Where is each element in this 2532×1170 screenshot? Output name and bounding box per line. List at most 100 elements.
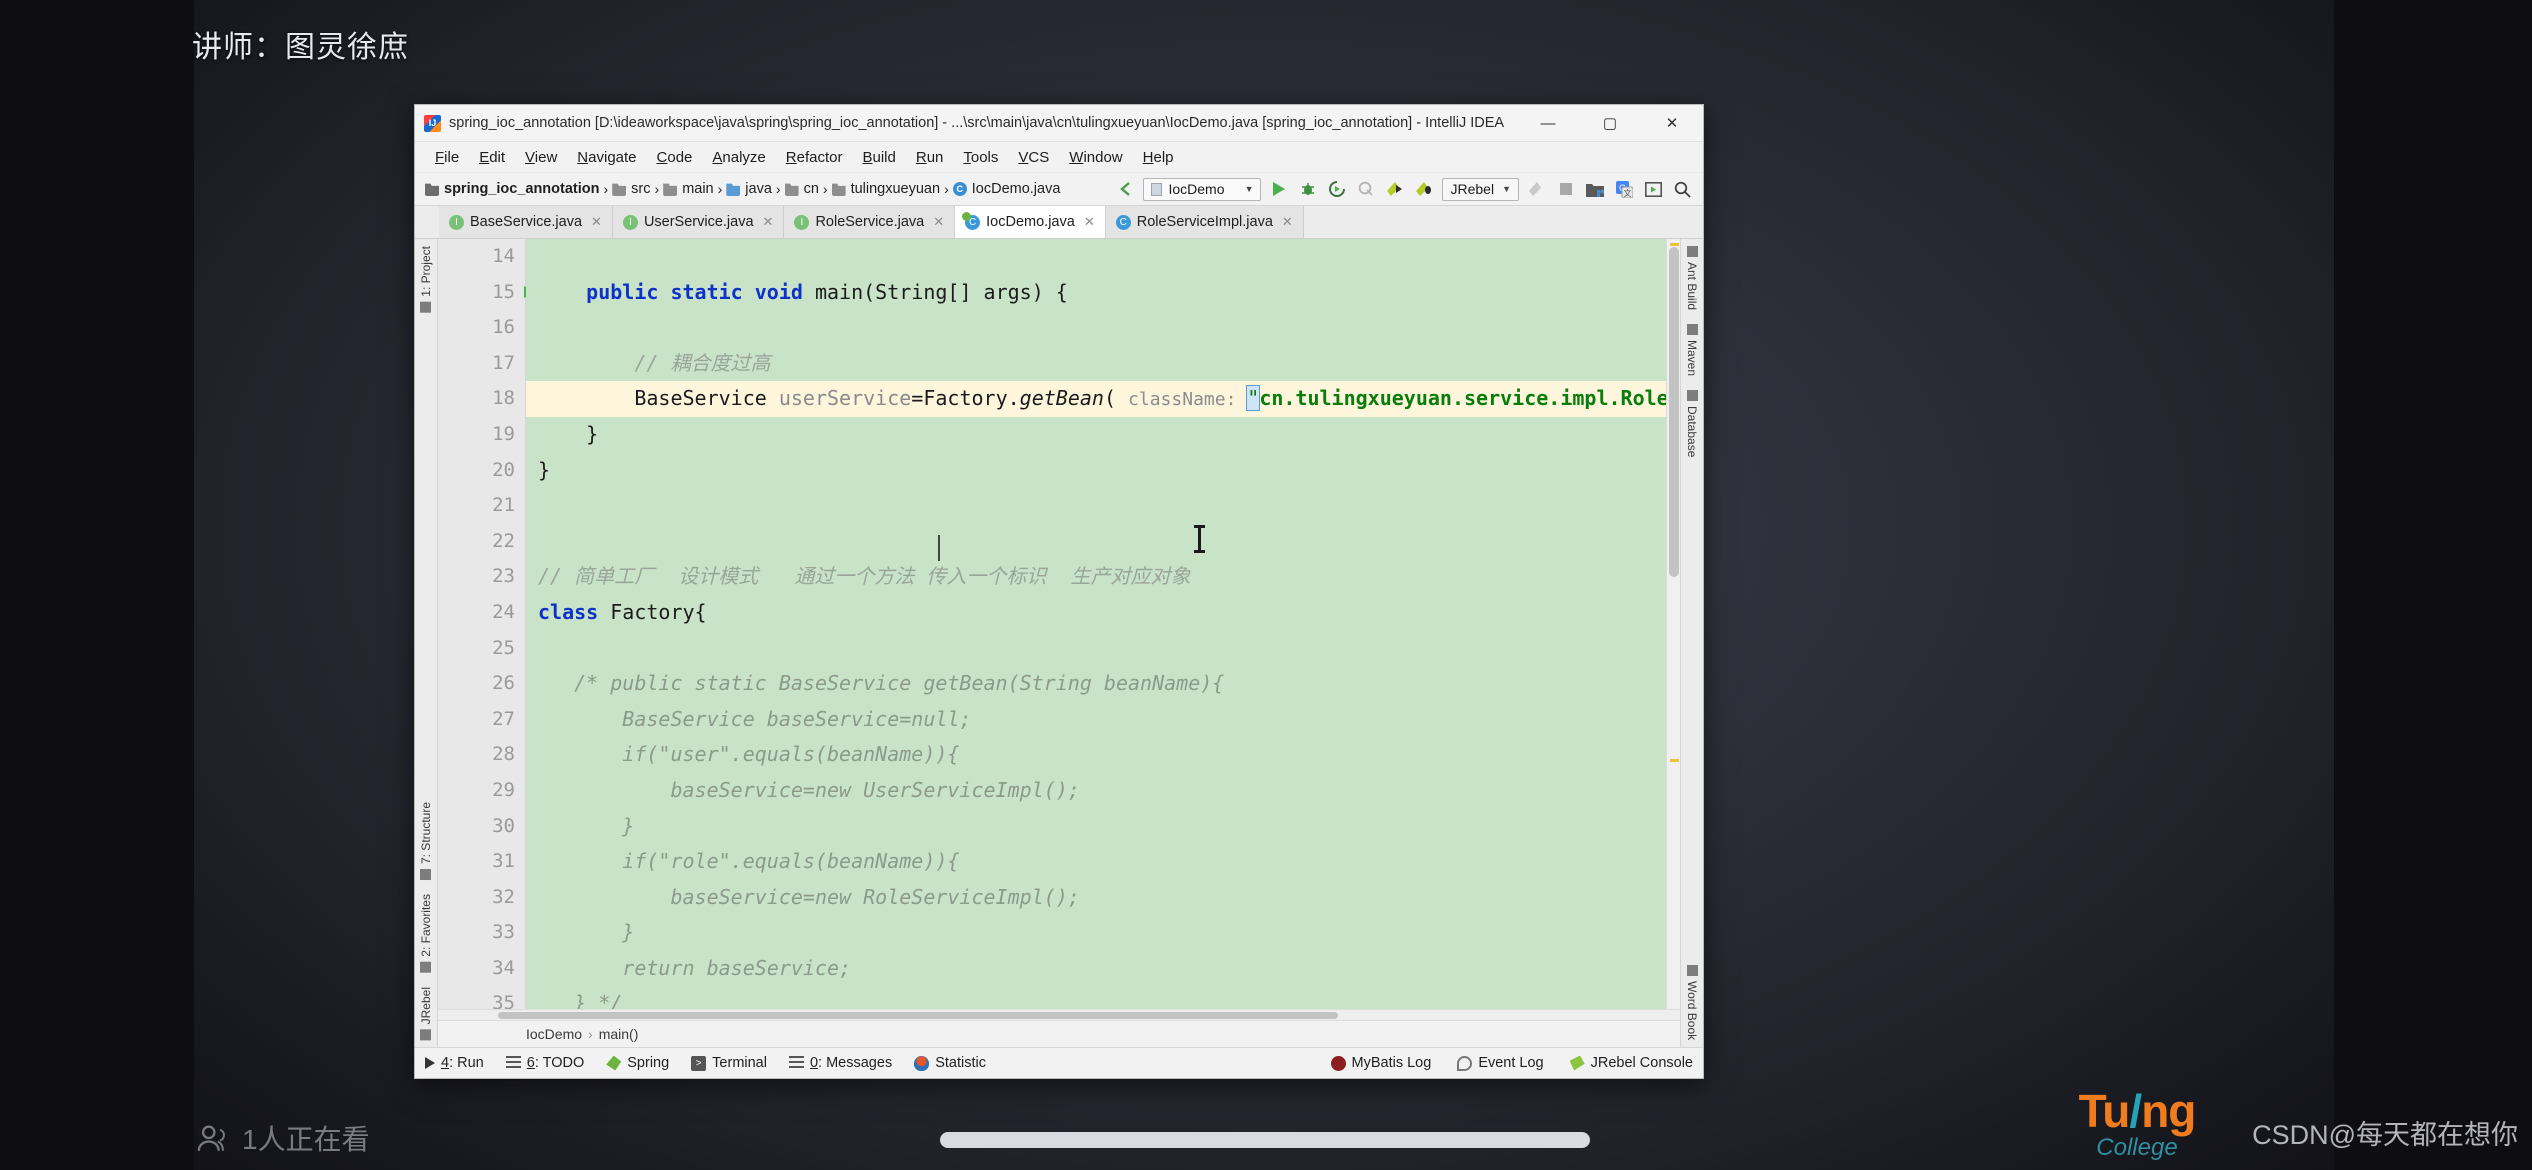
jrebel-run-icon[interactable] — [1384, 178, 1406, 200]
line-number[interactable]: 32 — [438, 880, 525, 916]
close-icon[interactable]: ✕ — [591, 214, 602, 230]
code-line[interactable]: if("user".equals(beanName)){ — [526, 737, 1680, 773]
code-line[interactable] — [526, 239, 1680, 275]
menu-item-edit[interactable]: Edit — [469, 145, 515, 170]
line-number[interactable]: 26▽ — [438, 666, 547, 702]
presentation-icon[interactable] — [1642, 178, 1664, 200]
code-line[interactable]: } — [526, 915, 1680, 951]
line-number[interactable]: 18 — [438, 381, 525, 417]
tool-window-button-2-favorites[interactable]: 2: Favorites — [419, 887, 433, 980]
breadcrumb-item-src[interactable]: src — [608, 179, 654, 199]
code-line[interactable]: // 简单工厂 设计模式 通过一个方法 传入一个标识 生产对应对象 — [526, 559, 1680, 595]
menu-item-build[interactable]: Build — [852, 145, 905, 170]
editor-vertical-scrollbar[interactable] — [1666, 239, 1680, 1009]
code-line[interactable] — [526, 488, 1680, 524]
breadcrumb-item-tulingxueyuan[interactable]: tulingxueyuan — [828, 179, 945, 199]
line-number[interactable]: 21 — [438, 488, 525, 524]
menu-item-code[interactable]: Code — [647, 145, 703, 170]
status-item-mybatis-log[interactable]: MyBatis Log — [1330, 1055, 1431, 1071]
line-number[interactable]: 23 — [438, 559, 525, 595]
line-number[interactable]: 34 — [438, 951, 525, 987]
breadcrumb-method[interactable]: main() — [599, 1026, 639, 1042]
code-line[interactable] — [526, 310, 1680, 346]
menu-item-file[interactable]: File — [425, 145, 469, 170]
close-icon[interactable]: ✕ — [933, 214, 944, 230]
breadcrumb-item-spring-ioc-annotation[interactable]: spring_ioc_annotation — [421, 179, 604, 199]
tool-window-button-database[interactable]: Database — [1685, 383, 1699, 464]
run-configuration-selector[interactable]: IocDemo ▼ — [1143, 177, 1262, 201]
close-icon[interactable]: ✕ — [763, 214, 774, 230]
breadcrumb-item-cn[interactable]: cn — [781, 179, 823, 199]
line-number[interactable]: 19△ — [438, 417, 547, 453]
breadcrumb-item-iocdemo-java[interactable]: IocDemo.java — [949, 179, 1065, 199]
line-number[interactable]: 17 — [438, 346, 525, 382]
minimize-button[interactable]: — — [1517, 105, 1579, 141]
code-line[interactable]: } */ — [526, 986, 1680, 1009]
line-number[interactable]: 14 — [438, 239, 525, 275]
close-icon[interactable]: ✕ — [1282, 214, 1293, 230]
breadcrumb-item-main[interactable]: main — [659, 179, 717, 199]
code-line[interactable]: BaseService baseService=null; — [526, 702, 1680, 738]
code-line[interactable]: } — [526, 453, 1680, 489]
code-line[interactable]: return baseService; — [526, 951, 1680, 987]
code-line[interactable]: BaseService userService=Factory.getBean(… — [526, 381, 1680, 417]
title-bar[interactable]: spring_ioc_annotation [D:\ideaworkspace\… — [415, 105, 1703, 142]
editor-tab-roleserviceimpl-java[interactable]: RoleServiceImpl.java ✕ — [1105, 206, 1304, 238]
hscrollbar-thumb[interactable] — [498, 1012, 1338, 1019]
status-item-terminal[interactable]: Terminal — [691, 1055, 767, 1071]
line-number[interactable]: 24▽ — [438, 595, 547, 631]
code-line[interactable]: public static void main(String[] args) { — [526, 275, 1680, 311]
code-line[interactable]: if("role".equals(beanName)){ — [526, 844, 1680, 880]
status-item-event-log[interactable]: Event Log — [1457, 1055, 1544, 1071]
editor-tab-userservice-java[interactable]: UserService.java ✕ — [612, 206, 785, 238]
editor-horizontal-scrollbar[interactable] — [438, 1009, 1680, 1020]
line-number[interactable]: 31 — [438, 844, 525, 880]
line-number[interactable]: 35△ — [438, 986, 547, 1009]
run-with-coverage-icon[interactable] — [1326, 178, 1348, 200]
menu-item-window[interactable]: Window — [1059, 145, 1132, 170]
line-number[interactable]: 33 — [438, 915, 525, 951]
maximize-button[interactable]: ▢ — [1579, 105, 1641, 141]
tool-window-button-ant-build[interactable]: Ant Build — [1685, 239, 1699, 317]
editor-tab-baseservice-java[interactable]: BaseService.java ✕ — [439, 206, 613, 238]
tool-window-button-7-structure[interactable]: 7: Structure — [419, 795, 433, 887]
line-number[interactable]: 30 — [438, 809, 525, 845]
line-number[interactable]: 20△ — [438, 453, 547, 489]
code-editor[interactable]: public static void main(String[] args) {… — [526, 239, 1680, 1009]
line-number[interactable]: 27 — [438, 702, 525, 738]
status-item-4-run[interactable]: 4: Run — [425, 1055, 484, 1071]
tool-window-button-jrebel[interactable]: JRebel — [419, 980, 433, 1047]
editor-tab-iocdemo-java[interactable]: IocDemo.java ✕ — [955, 206, 1106, 238]
debug-icon[interactable] — [1297, 178, 1319, 200]
status-item-statistic[interactable]: Statistic — [914, 1055, 986, 1071]
line-number[interactable]: 28 — [438, 737, 525, 773]
menu-item-help[interactable]: Help — [1133, 145, 1184, 170]
line-number[interactable]: 29 — [438, 773, 525, 809]
search-icon[interactable] — [1671, 178, 1693, 200]
status-item-jrebel-console[interactable]: JRebel Console — [1569, 1055, 1693, 1071]
project-structure-icon[interactable] — [1584, 178, 1606, 200]
back-arrow-icon[interactable] — [1114, 178, 1136, 200]
video-progress-bar[interactable] — [940, 1132, 1590, 1148]
jrebel-mode-selector[interactable]: JRebel ▼ — [1442, 177, 1519, 201]
menu-item-tools[interactable]: Tools — [953, 145, 1008, 170]
stop-icon[interactable] — [1555, 178, 1577, 200]
tool-window-button-1-project[interactable]: 1: Project — [419, 239, 433, 320]
code-line[interactable]: /* public static BaseService getBean(Str… — [526, 666, 1680, 702]
line-number[interactable]: 22 — [438, 524, 525, 560]
menu-item-vcs[interactable]: VCS — [1008, 145, 1059, 170]
close-button[interactable]: ✕ — [1641, 105, 1703, 141]
jrebel-debug-icon[interactable] — [1413, 178, 1435, 200]
close-icon[interactable]: ✕ — [1084, 214, 1095, 230]
tool-window-button-maven[interactable]: Maven — [1685, 317, 1699, 383]
line-number[interactable]: 25 — [438, 631, 525, 667]
translate-icon[interactable]: G文 — [1613, 178, 1635, 200]
code-line[interactable]: } — [526, 417, 1680, 453]
line-number[interactable]: 16 — [438, 310, 525, 346]
menu-item-analyze[interactable]: Analyze — [702, 145, 775, 170]
menu-item-run[interactable]: Run — [906, 145, 954, 170]
line-number[interactable]: 15▽ — [438, 275, 547, 311]
code-line[interactable]: class Factory{ — [526, 595, 1680, 631]
status-item-spring[interactable]: Spring — [606, 1055, 669, 1071]
menu-item-refactor[interactable]: Refactor — [776, 145, 853, 170]
